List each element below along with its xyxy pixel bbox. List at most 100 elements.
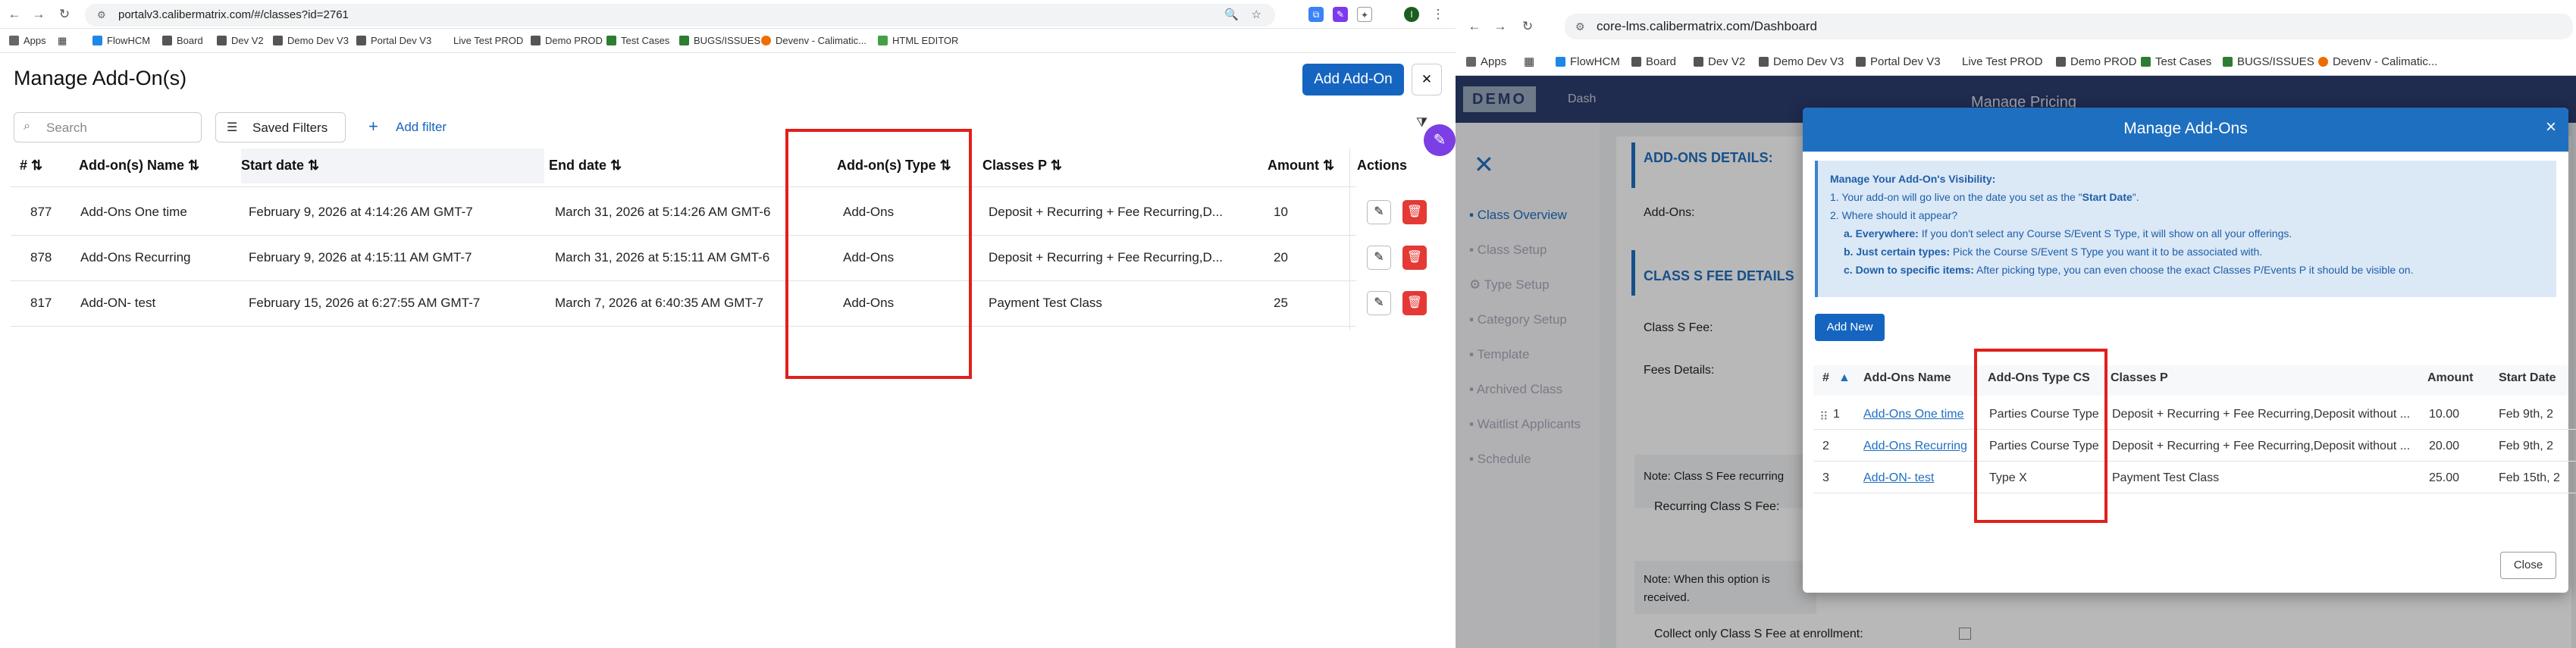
column-header-amount[interactable]: Amount xyxy=(2427,371,2473,385)
bookmark-apps[interactable]: Apps xyxy=(1466,55,1506,69)
divider xyxy=(1813,429,2576,430)
bookmark-flowhcm[interactable]: FlowHCM xyxy=(1556,55,1620,69)
column-header-end-date[interactable]: End date ⇅ xyxy=(549,158,622,174)
cell-end-date: March 31, 2026 at 5:14:26 AM GMT-6 xyxy=(555,205,771,219)
column-header-name[interactable]: Add-on(s) Name ⇅ xyxy=(79,158,199,174)
bookmark-dev-v2[interactable]: Dev V2 xyxy=(1694,55,1745,69)
divider xyxy=(11,280,1356,281)
bookmark-portal-dev-v3[interactable]: Portal Dev V3 xyxy=(1856,55,1941,69)
back-icon[interactable]: ← xyxy=(1466,17,1483,36)
trash-icon[interactable]: 🗑 xyxy=(1402,291,1427,315)
extension-icon[interactable]: ⧉ xyxy=(1308,7,1324,22)
add-new-button[interactable]: Add New xyxy=(1815,314,1885,341)
search-input[interactable]: ⌕ Search xyxy=(14,112,202,142)
bookmarks-bar: Apps ▦ FlowHCM Board Dev V2 Demo Dev V3 … xyxy=(1456,49,2576,76)
extension-icon[interactable]: ✎ xyxy=(1333,7,1348,22)
bookmark-bugs-issues[interactable]: BUGS/ISSUES xyxy=(2223,55,2314,69)
bookmark-devenv[interactable]: Devenv - Calimatic... xyxy=(2318,55,2437,69)
column-header-classes[interactable]: Classes P ⇅ xyxy=(982,158,1062,174)
edit-icon[interactable]: ✎ xyxy=(1367,200,1391,224)
column-header-start-date[interactable]: Start Date xyxy=(2499,371,2556,385)
sort-up-icon[interactable]: ▲ xyxy=(1838,371,1851,385)
bookmark-portal-dev-v3[interactable]: Portal Dev V3 xyxy=(356,34,431,48)
column-header-start-date[interactable]: Start date ⇅ xyxy=(241,158,319,174)
bookmark-devenv[interactable]: Devenv - Calimatic... xyxy=(761,34,867,48)
reload-icon[interactable]: ↻ xyxy=(1519,17,1536,36)
bookmark-live-test-prod[interactable]: Live Test PROD xyxy=(453,34,523,48)
avatar[interactable]: I xyxy=(1404,7,1419,22)
bookmark-board[interactable]: Board xyxy=(162,34,203,48)
bookmark-apps[interactable]: Apps xyxy=(9,34,46,48)
trash-icon[interactable]: 🗑 xyxy=(1402,246,1427,270)
forward-icon[interactable]: → xyxy=(30,5,47,23)
cell-index: 3 xyxy=(1822,471,1829,484)
add-filter-label: Add filter xyxy=(396,120,447,134)
back-icon[interactable]: ← xyxy=(6,5,23,23)
drag-handle-icon[interactable]: ⠿ xyxy=(1819,409,1829,424)
cell-classes: Payment Test Class xyxy=(989,296,1102,310)
bookmark-demo-prod[interactable]: Demo PROD xyxy=(531,34,603,48)
bookmark-live-test-prod[interactable]: Live Test PROD xyxy=(1962,55,2042,69)
divider xyxy=(11,235,1356,236)
bookmark-star-icon[interactable]: ☆ xyxy=(1252,4,1261,27)
reload-icon[interactable]: ↻ xyxy=(56,5,73,23)
bookmark-demo-dev-v3[interactable]: Demo Dev V3 xyxy=(273,34,349,48)
column-header-type[interactable]: Add-Ons Type CS xyxy=(1988,371,2090,385)
close-icon[interactable]: × xyxy=(2546,117,2556,138)
add-addon-button[interactable]: Add Add-On xyxy=(1302,64,1404,95)
column-header-name[interactable]: Add-Ons Name xyxy=(1863,371,1951,385)
info-title: Manage Your Add-On's Visibility: xyxy=(1830,173,1996,185)
cell-start-date: Feb 9th, 2 xyxy=(2499,440,2554,452)
trash-icon[interactable]: 🗑 xyxy=(1402,200,1427,224)
zoom-icon[interactable]: 🔍 xyxy=(1224,4,1239,27)
address-bar[interactable]: ⚙ portalv3.calibermatrix.com/#/classes?i… xyxy=(85,4,1275,27)
bookmark-demo-dev-v3[interactable]: Demo Dev V3 xyxy=(1759,55,1844,69)
apps-icon xyxy=(9,36,19,45)
edit-icon[interactable]: ✎ xyxy=(1367,246,1391,270)
divider xyxy=(11,186,1356,187)
divider xyxy=(11,326,1356,327)
cell-classes: Deposit + Recurring + Fee Recurring,D... xyxy=(989,250,1223,265)
column-header-amount[interactable]: Amount ⇅ xyxy=(1268,158,1334,174)
puzzle-icon[interactable]: ✦ xyxy=(1357,7,1372,22)
column-header-index[interactable]: # xyxy=(1822,371,1829,385)
edit-fab-icon[interactable]: ✎ xyxy=(1424,124,1456,156)
bookmark-test-cases[interactable]: Test Cases xyxy=(2141,55,2211,69)
info-line: 1. Your add-on will go live on the date … xyxy=(1830,191,2139,203)
site-info-icon[interactable]: ⚙ xyxy=(97,4,106,27)
site-info-icon[interactable]: ⚙ xyxy=(1575,14,1585,39)
cell-name-link[interactable]: Add-Ons Recurring xyxy=(1863,440,1967,453)
cell-classes: Payment Test Class xyxy=(2112,471,2220,484)
bookmark-html-editor[interactable]: HTML EDITOR xyxy=(878,34,958,48)
close-icon[interactable]: ✕ xyxy=(1412,64,1442,95)
info-line: 2. Where should it appear? xyxy=(1830,209,1958,221)
manage-addons-modal: Manage Add-Ons × Manage Your Add-On's Vi… xyxy=(1803,108,2568,593)
close-button[interactable]: Close xyxy=(2500,552,2556,579)
cell-start-date: February 9, 2026 at 4:14:26 AM GMT-7 xyxy=(249,205,473,219)
info-line: c. Down to specific items: After picking… xyxy=(1844,264,2414,276)
bookmark-bugs-issues[interactable]: BUGS/ISSUES xyxy=(679,34,760,48)
forward-icon[interactable]: → xyxy=(1492,17,1509,36)
bookmark-test-cases[interactable]: Test Cases xyxy=(606,34,669,48)
edit-icon[interactable]: ✎ xyxy=(1367,291,1391,315)
cell-type: Add-Ons xyxy=(843,296,895,310)
page-title: Manage Add-On(s) xyxy=(14,67,187,89)
grid-icon[interactable]: ▦ xyxy=(1524,55,1534,69)
cell-name-link[interactable]: Add-ON- test xyxy=(1863,471,1934,485)
cell-start-date: Feb 9th, 2 xyxy=(2499,408,2554,421)
cell-type: Add-Ons xyxy=(843,205,895,219)
bookmark-board[interactable]: Board xyxy=(1631,55,1676,69)
column-header-id[interactable]: # ⇅ xyxy=(20,158,42,174)
bookmark-dev-v2[interactable]: Dev V2 xyxy=(217,34,264,48)
column-header-type[interactable]: Add-on(s) Type ⇅ xyxy=(837,158,951,174)
plus-icon: + xyxy=(368,117,378,136)
cell-id: 878 xyxy=(30,250,52,265)
menu-icon[interactable]: ⋮ xyxy=(1430,5,1446,23)
grid-icon[interactable]: ▦ xyxy=(58,34,67,48)
address-bar[interactable]: ⚙ core-lms.calibermatrix.com/Dashboard xyxy=(1565,14,2573,39)
column-header-classes[interactable]: Classes P xyxy=(2111,371,2168,385)
bookmark-flowhcm[interactable]: FlowHCM xyxy=(92,34,150,48)
bookmark-demo-prod[interactable]: Demo PROD xyxy=(2056,55,2137,69)
cell-name-link[interactable]: Add-Ons One time xyxy=(1863,408,1964,421)
saved-filters-button[interactable]: ☰ Saved Filters xyxy=(215,112,346,142)
